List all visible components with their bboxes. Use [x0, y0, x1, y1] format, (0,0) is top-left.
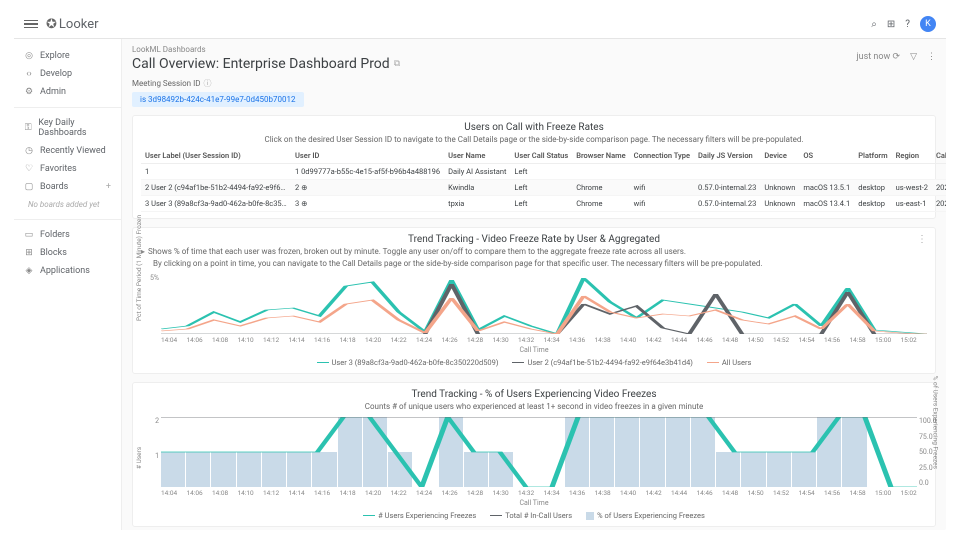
sidebar-item-develop[interactable]: ‹›Develop: [14, 65, 121, 83]
gear-icon: ⚙: [24, 87, 34, 97]
col-header[interactable]: User ID: [291, 148, 444, 164]
sidebar-item-favorites[interactable]: ♡Favorites: [14, 160, 121, 178]
clock-icon: ◷: [24, 146, 34, 156]
col-header[interactable]: User Name: [444, 148, 510, 164]
search-icon[interactable]: ⌕: [871, 19, 877, 30]
apps-icon: ◈: [24, 266, 34, 276]
blocks-icon: ⊞: [24, 248, 34, 258]
breadcrumb[interactable]: LookML Dashboards: [132, 45, 946, 54]
looker-icon: ✪: [46, 17, 57, 32]
legend-item[interactable]: All Users: [707, 358, 752, 367]
info-icon[interactable]: ⓘ: [204, 78, 212, 89]
col-header[interactable]: OS: [799, 148, 854, 164]
compass-icon: ◎: [24, 51, 34, 61]
apps-icon[interactable]: ⊞: [887, 19, 895, 30]
help-icon[interactable]: ?: [905, 19, 910, 30]
sidebar-item-explore[interactable]: ◎Explore: [14, 47, 121, 65]
code-icon: ‹›: [24, 69, 34, 79]
panel3-xlabel: Call Time: [141, 499, 927, 507]
sidebar-item-applications[interactable]: ◈Applications: [14, 262, 121, 280]
brand-text: Looker: [59, 17, 99, 32]
col-header[interactable]: Daily JS Version: [694, 148, 760, 164]
panel3-ylabel: # Users: [135, 446, 143, 468]
legend-item[interactable]: User 2 (c94af1be-51b2-4494-fa92-e9f64e3b…: [512, 358, 692, 367]
sidebar-item-key-daily[interactable]: ⚿Key Daily Dashboards: [14, 114, 121, 142]
boards-icon: ▢: [24, 182, 34, 192]
legend-item[interactable]: Total # In-Call Users: [490, 511, 572, 520]
key-icon: ⚿: [24, 123, 32, 133]
col-header[interactable]: User Call Status: [510, 148, 572, 164]
page-title: Call Overview: Enterprise Dashboard Prod: [132, 56, 390, 72]
filter-label: Meeting Session ID: [132, 79, 201, 88]
sidebar-item-blocks[interactable]: ⊞Blocks: [14, 244, 121, 262]
add-icon[interactable]: +: [106, 182, 111, 192]
filter-icon[interactable]: ▽: [910, 52, 917, 62]
sidebar-item-recently[interactable]: ◷Recently Viewed: [14, 142, 121, 160]
legend-item[interactable]: User 3 (89a8cf3a-9ad0-462a-b0fe-8c350220…: [317, 358, 499, 367]
copy-icon[interactable]: ⧉: [394, 59, 400, 69]
panel-freeze-rate: ⋮ Trend Tracking - Video Freeze Rate by …: [132, 227, 936, 374]
panel2-kebab-icon[interactable]: ⋮: [917, 234, 927, 245]
panel3-title: Trend Tracking - % of Users Experiencing…: [141, 389, 927, 400]
folder-icon: ▭: [24, 230, 34, 240]
table-row[interactable]: 2 User 2 (c94af1be-51b2-4494-fa92-e9f64e…: [141, 180, 946, 196]
table-row[interactable]: 1 1 0d99777a-b55c-4e15-af5f-b96b4a488196…: [141, 164, 946, 180]
col-header[interactable]: Browser Name: [572, 148, 629, 164]
boards-hint: No boards added yet: [14, 196, 121, 213]
sidebar-item-boards[interactable]: ▢Boards+: [14, 178, 121, 196]
panel2-desc2: By clicking on a point in time, you can …: [153, 259, 927, 268]
panel-users-table: Users on Call with Freeze Rates Click on…: [132, 115, 936, 219]
panel2-chart[interactable]: 5%: [161, 274, 927, 334]
avatar[interactable]: K: [920, 16, 936, 32]
col-header[interactable]: User Label (User Session ID): [141, 148, 291, 164]
sidebar-item-admin[interactable]: ⚙Admin: [14, 83, 121, 101]
table-row[interactable]: 3 User 3 (89a8cf3a-9ad0-462a-b0fe-8c3502…: [141, 196, 946, 212]
hamburger-menu[interactable]: [24, 17, 38, 31]
logo[interactable]: ✪Looker: [46, 17, 99, 32]
kebab-icon[interactable]: ⋮: [927, 52, 936, 62]
col-header[interactable]: Connection Type: [630, 148, 694, 164]
legend-item[interactable]: # Users Experiencing Freezes: [363, 511, 476, 520]
filter-chip[interactable]: is 3d98492b-424c-41e7-99e7-0d450b70012: [132, 92, 304, 107]
panel-pct-users: Trend Tracking - % of Users Experiencing…: [132, 382, 936, 527]
panel2-desc1: Shows % of time that each user was froze…: [148, 247, 686, 256]
heart-icon: ♡: [24, 164, 34, 174]
panel2-ylabel: Pct of Time Period (1 Minute) Frozen: [135, 214, 143, 320]
legend-item[interactable]: % of Users Experiencing Freezes: [586, 511, 705, 520]
panel3-sub: Counts # of unique users who experienced…: [141, 402, 927, 411]
reload-time[interactable]: just now ⟳: [856, 52, 900, 62]
sidebar-item-folders[interactable]: ▭Folders: [14, 226, 121, 244]
panel1-title: Users on Call with Freeze Rates: [141, 122, 927, 133]
main-content: LookML Dashboards Call Overview: Enterpr…: [122, 39, 946, 530]
panel1-sub: Click on the desired User Session ID to …: [141, 135, 927, 144]
col-header[interactable]: Region: [892, 148, 932, 164]
sidebar: ◎Explore ‹›Develop ⚙Admin ⚿Key Daily Das…: [14, 39, 122, 530]
panel2-title: Trend Tracking - Video Freeze Rate by Us…: [141, 234, 927, 245]
col-header[interactable]: Device: [760, 148, 799, 164]
col-header[interactable]: Call Start ▴: [932, 148, 946, 164]
col-header[interactable]: Platform: [854, 148, 891, 164]
panel2-xlabel: Call Time: [141, 346, 927, 354]
panel3-chart[interactable]: 21 100.075.050.025.00.0: [161, 417, 917, 487]
users-table: User Label (User Session ID)User IDUser …: [141, 148, 946, 212]
